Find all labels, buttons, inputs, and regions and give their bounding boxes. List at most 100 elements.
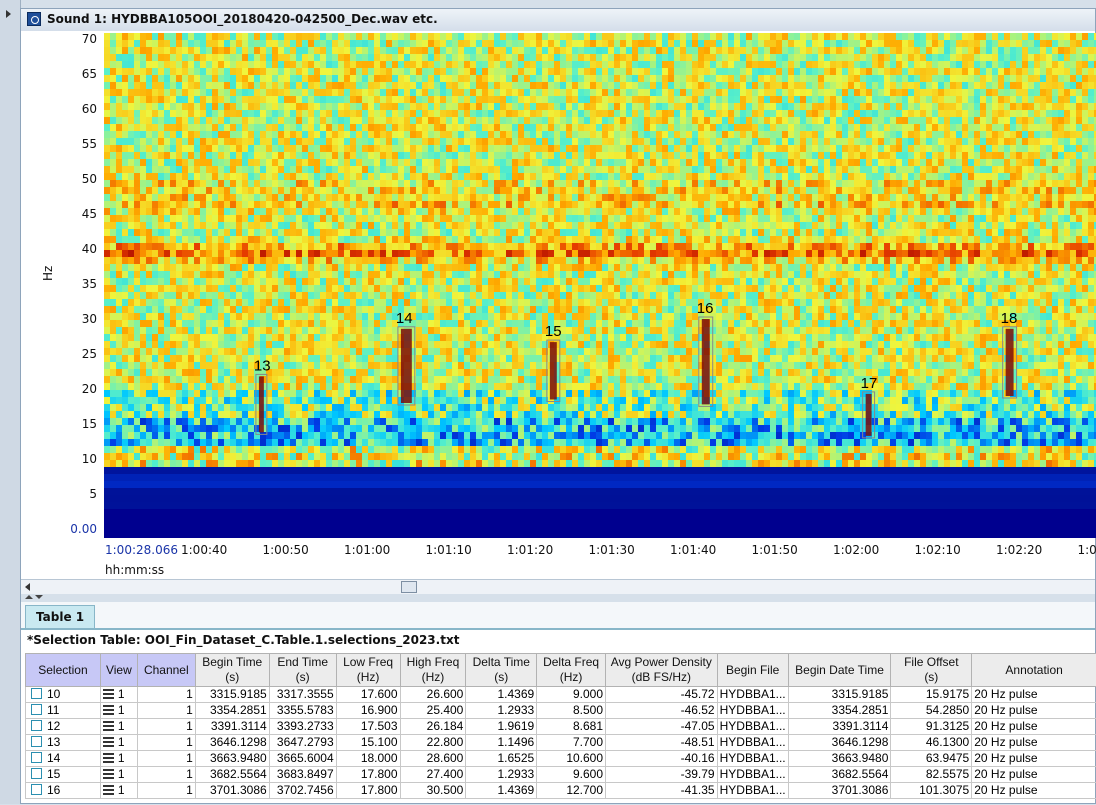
spectrogram-cell (278, 152, 284, 159)
spectrogram-cell (470, 166, 476, 173)
spectrogram-cell (260, 222, 266, 229)
spectrogram-cell (758, 229, 764, 236)
spectrogram-cell (266, 159, 272, 166)
spectrogram-cell (890, 180, 896, 187)
spectrogram-cell (296, 145, 302, 152)
spectrogram-cell (1082, 180, 1088, 187)
spectrogram-cell (1040, 180, 1046, 187)
spectrogram-cell (836, 166, 842, 173)
spectrogram-cell (572, 82, 578, 89)
spectrogram-cell (716, 82, 722, 89)
spectrogram-cell (632, 215, 638, 222)
spectrogram-cell (560, 75, 566, 82)
spectrogram-cell (314, 117, 320, 124)
spectrogram-cell (206, 173, 212, 180)
spectrogram-cell (710, 229, 716, 236)
spectrogram-cell (944, 68, 950, 75)
y-tick-label: 35 (61, 277, 97, 291)
spectrogram-cell (728, 40, 734, 47)
spectrogram-cell (332, 173, 338, 180)
spectrogram-cell (950, 124, 956, 131)
spectrogram-cell (380, 180, 386, 187)
spectrogram-cell (548, 40, 554, 47)
spectrogram-cell (1076, 33, 1082, 40)
spectrogram-cell (590, 75, 596, 82)
spectrogram-cell (722, 201, 728, 208)
spectrogram-cell (584, 138, 590, 145)
spectrogram-cell (278, 187, 284, 194)
spectrogram-cell (968, 159, 974, 166)
spectrogram-cell (770, 173, 776, 180)
spectrogram-cell (356, 117, 362, 124)
spectrogram-cell (998, 103, 1004, 110)
spectrogram-cell (104, 166, 110, 173)
spectrogram-cell (680, 145, 686, 152)
spectrogram-cell (1070, 152, 1076, 159)
spectrogram-cell (392, 173, 398, 180)
spectrogram-cell (764, 54, 770, 61)
spectrogram-cell (200, 222, 206, 229)
spectrogram-cell (1040, 229, 1046, 236)
spectrogram-cell (230, 110, 236, 117)
spectrogram-cell (602, 166, 608, 173)
spectrogram-cell (758, 110, 764, 117)
spectrogram-cell (752, 131, 758, 138)
spectrogram-cell (1082, 131, 1088, 138)
spectrogram-cell (482, 82, 488, 89)
spectrogram-cell (1022, 187, 1028, 194)
spectrogram-cell (554, 89, 560, 96)
spectrogram-cell (476, 173, 482, 180)
spectrogram-cell (560, 201, 566, 208)
spectrogram-cell (212, 33, 218, 40)
spectrogram-cell (866, 166, 872, 173)
spectrogram-cell (884, 194, 890, 201)
spectrogram-cell (914, 201, 920, 208)
spectrogram-cell (794, 124, 800, 131)
spectrogram-cell (620, 96, 626, 103)
spectrogram-cell (476, 194, 482, 201)
spectrogram-cell (434, 180, 440, 187)
spectrogram-cell (818, 159, 824, 166)
spectrogram-cell (296, 180, 302, 187)
spectrogram-cell (1022, 40, 1028, 47)
spectrogram-cell (668, 180, 674, 187)
spectrogram-cell (788, 145, 794, 152)
spectrogram-cell (722, 40, 728, 47)
spectrogram-cell (110, 208, 116, 215)
spectrogram-cell (572, 117, 578, 124)
spectrogram-cell (524, 89, 530, 96)
spectrogram-cell (920, 236, 926, 243)
spectrogram-cell (974, 222, 980, 229)
spectrogram-cell (152, 201, 158, 208)
title-bar[interactable]: Sound 1: HYDBBA105OOI_20180420-042500_De… (21, 9, 1095, 32)
spectrogram-cell (716, 145, 722, 152)
spectrogram-cell (164, 145, 170, 152)
expand-arrow-icon[interactable] (6, 10, 11, 18)
spectrogram-cell (338, 222, 344, 229)
spectrogram-cell (674, 82, 680, 89)
spectrogram-cell (806, 201, 812, 208)
spectrogram-cell (524, 201, 530, 208)
spectrogram-cell (1004, 96, 1010, 103)
spectrogram-cell (1058, 103, 1064, 110)
spectrogram-cell (176, 124, 182, 131)
spectrogram-cell (128, 201, 134, 208)
spectrogram-cell (680, 47, 686, 54)
spectrogram-cell (1034, 194, 1040, 201)
spectrogram-cell (656, 173, 662, 180)
spectrogram-cell (296, 138, 302, 145)
spectrogram-cell (392, 110, 398, 117)
spectrogram-cell (854, 47, 860, 54)
spectrogram-cell (332, 47, 338, 54)
spectrogram-cell (572, 145, 578, 152)
spectrogram-cell (926, 222, 932, 229)
spectrogram-plot[interactable]: 131415161718 (104, 33, 1096, 538)
spectrogram-cell (878, 47, 884, 54)
spectrogram-cell (668, 173, 674, 180)
spectrogram-cell (638, 68, 644, 75)
spectrogram-cell (410, 75, 416, 82)
spectrogram-cell (476, 75, 482, 82)
spectrogram-cell (626, 236, 632, 243)
spectrogram-cell (314, 208, 320, 215)
spectrogram-cell (998, 208, 1004, 215)
